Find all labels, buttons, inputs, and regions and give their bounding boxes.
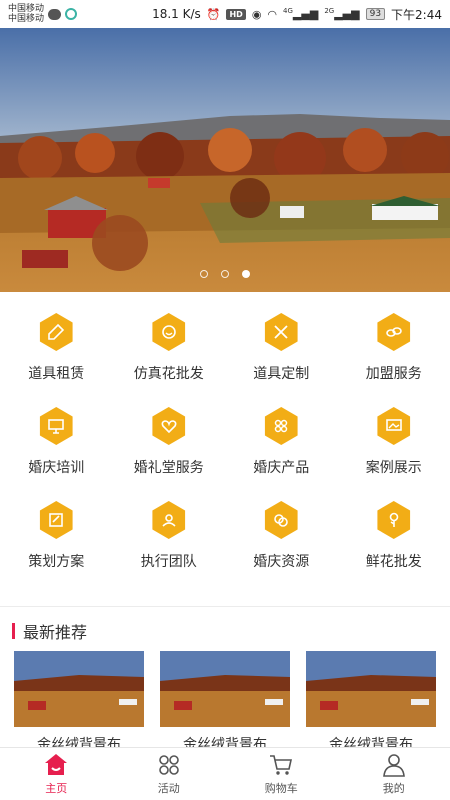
- product-thumbnail: [160, 651, 290, 727]
- banner-image: [0, 28, 450, 292]
- carrier-1: 中国移动: [8, 4, 45, 14]
- eye-icon: ◉: [251, 7, 262, 21]
- plan-icon: [39, 501, 73, 539]
- service-grid: 道具租赁 仿真花批发 道具定制 加盟服务 婚庆培训 婚礼堂服务 婚庆产品 案例展…: [0, 305, 450, 587]
- grid-item-products[interactable]: 婚庆产品: [225, 399, 338, 493]
- nav-label: 购物车: [264, 782, 298, 795]
- recommend-list: 金丝绒背景布 金丝绒背景布 金丝绒背景布: [14, 651, 438, 754]
- grid-item-resources[interactable]: 婚庆资源: [225, 493, 338, 587]
- alarm-icon: ⏰: [206, 7, 221, 21]
- resource-icon: [264, 501, 298, 539]
- grid-item-franchise[interactable]: 加盟服务: [338, 305, 450, 399]
- nav-item-activity[interactable]: 活动: [113, 748, 226, 800]
- home-icon: [45, 754, 68, 775]
- grid-label: 婚庆产品: [253, 460, 310, 476]
- recommend-card[interactable]: 金丝绒背景布: [14, 651, 144, 754]
- wifi-icon: ◠: [267, 7, 278, 21]
- carousel-dot-1[interactable]: [200, 270, 208, 278]
- flower-wholesale-icon: [152, 313, 186, 351]
- nav-item-cart[interactable]: 购物车: [225, 748, 338, 800]
- grid-icon: [158, 755, 179, 775]
- nav-label: 主页: [45, 782, 68, 795]
- link-icon: [377, 313, 411, 351]
- product-thumbnail: [14, 651, 144, 727]
- grid-label: 案例展示: [365, 460, 422, 476]
- grid-item-flower-wholesale[interactable]: 仿真花批发: [113, 305, 226, 399]
- accent-bar: [12, 623, 15, 639]
- grid-item-showcase[interactable]: 案例展示: [338, 399, 450, 493]
- grid-item-prop-rental[interactable]: 道具租赁: [0, 305, 113, 399]
- custom-icon: [264, 313, 298, 351]
- carrier-2: 中国移动: [8, 14, 45, 24]
- grid-label: 婚礼堂服务: [133, 460, 204, 476]
- clock: 下午2:44: [391, 7, 442, 22]
- recommend-card[interactable]: 金丝绒背景布: [306, 651, 436, 754]
- nav-item-mine[interactable]: 我的: [338, 748, 450, 800]
- grid-label: 道具租赁: [28, 366, 85, 382]
- signal-2g-icon: 2G▂▄▆: [324, 7, 360, 21]
- showcase-icon: [377, 407, 411, 445]
- recommend-header: 最新推荐: [12, 620, 87, 642]
- product-thumbnail: [306, 651, 436, 727]
- recommend-title: 最新推荐: [23, 623, 88, 642]
- grid-label: 婚庆资源: [253, 554, 310, 570]
- carousel-indicators[interactable]: [0, 270, 450, 278]
- grid-label: 执行团队: [140, 554, 197, 570]
- user-icon: [382, 754, 405, 777]
- products-icon: [264, 407, 298, 445]
- grid-item-fresh-flower[interactable]: 鲜花批发: [338, 493, 450, 587]
- sync-icon: [65, 8, 78, 20]
- cart-icon: [270, 755, 293, 775]
- grid-label: 加盟服务: [365, 366, 422, 382]
- status-bar: 中国移动 中国移动 18.1 K/s ⏰ HD ◉ ◠ 4G▂▄▆ 2G▂▄▆ …: [0, 0, 450, 28]
- grid-label: 鲜花批发: [365, 554, 422, 570]
- recommend-card[interactable]: 金丝绒背景布: [160, 651, 290, 754]
- grid-label: 道具定制: [253, 366, 310, 382]
- grid-label: 仿真花批发: [133, 366, 204, 382]
- section-divider: [0, 606, 450, 607]
- grid-item-team[interactable]: 执行团队: [113, 493, 226, 587]
- grid-item-training[interactable]: 婚庆培训: [0, 399, 113, 493]
- grid-label: 婚庆培训: [28, 460, 85, 476]
- grid-item-prop-custom[interactable]: 道具定制: [225, 305, 338, 399]
- heart-icon: [152, 407, 186, 445]
- signal-4g-icon: 4G▂▄▆: [283, 7, 319, 21]
- nav-item-home[interactable]: 主页: [0, 748, 113, 800]
- carousel-dot-3[interactable]: [242, 270, 250, 278]
- message-icon: [48, 8, 62, 20]
- grid-item-planning[interactable]: 策划方案: [0, 493, 113, 587]
- grid-label: 策划方案: [28, 554, 85, 570]
- banner-carousel[interactable]: [0, 28, 450, 292]
- grid-item-wedding-hall[interactable]: 婚礼堂服务: [113, 399, 226, 493]
- training-icon: [39, 407, 73, 445]
- bottom-nav: 主页 活动 购物车 我的: [0, 747, 450, 800]
- nav-label: 我的: [382, 782, 405, 795]
- carousel-dot-2[interactable]: [221, 270, 229, 278]
- prop-icon: [39, 313, 73, 351]
- flower-icon: [377, 501, 411, 539]
- carrier-info: 中国移动 中国移动: [8, 4, 44, 24]
- network-speed: 18.1 K/s: [152, 7, 201, 21]
- battery-indicator: 93: [365, 8, 386, 20]
- hd-badge: HD: [226, 8, 246, 20]
- team-icon: [152, 501, 186, 539]
- nav-label: 活动: [157, 782, 180, 795]
